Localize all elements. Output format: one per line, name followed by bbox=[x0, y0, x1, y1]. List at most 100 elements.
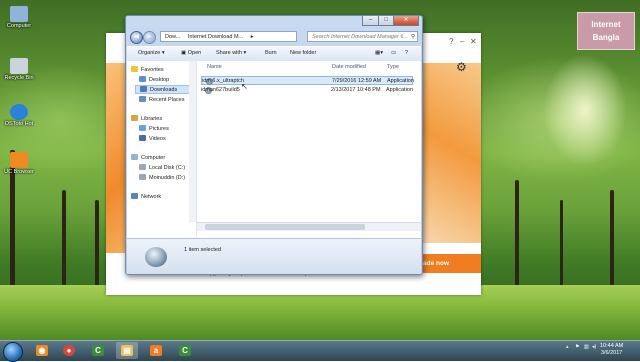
minimize-button[interactable]: – bbox=[362, 16, 379, 26]
content-area: Favorites Desktop Downloads Recent Place… bbox=[127, 61, 421, 238]
videos-icon bbox=[139, 135, 146, 141]
horizontal-scrollbar[interactable] bbox=[197, 222, 421, 231]
file-type: Application bbox=[387, 78, 414, 84]
camtasia-icon: C bbox=[92, 345, 104, 356]
share-with-button[interactable]: Share with ▾ bbox=[216, 49, 246, 58]
nav-item-desktop[interactable]: Desktop bbox=[139, 76, 169, 83]
table-row[interactable]: idman627build5 2/13/2017 10:48 PM Applic… bbox=[201, 86, 413, 95]
address-bar[interactable]: Dow... Internet Download M... ▸ bbox=[160, 31, 297, 42]
nav-item-computer[interactable]: Computer bbox=[131, 154, 165, 161]
pictures-icon bbox=[139, 125, 146, 131]
desktop-icon-label: Computer bbox=[6, 23, 32, 29]
nav-item-downloads[interactable]: Downloads bbox=[135, 85, 190, 94]
avast-icon: a bbox=[150, 345, 162, 356]
computer-icon bbox=[10, 6, 28, 22]
maximize-button[interactable]: □ bbox=[378, 16, 394, 26]
close-button[interactable]: ✕ bbox=[393, 16, 419, 26]
tree-trunk bbox=[560, 200, 563, 290]
file-list: Name Date modified Type idm.6.x_ultraptc… bbox=[197, 61, 421, 238]
nav-item-local-disk[interactable]: Local Disk (C:) bbox=[139, 164, 185, 171]
breadcrumb-chevron[interactable]: ▸ bbox=[251, 34, 254, 40]
file-date: 2/13/2017 10:48 PM bbox=[331, 87, 381, 93]
command-bar: Organize ▾ ▣ Open Share with ▾ Burn New … bbox=[127, 46, 421, 62]
desktop-icon bbox=[139, 76, 146, 82]
uc-browser-icon: ◉ bbox=[36, 345, 48, 356]
desktop-icon-label: UC Browser bbox=[4, 169, 34, 175]
clock[interactable]: 10:44 AM 3/6/2017 bbox=[600, 343, 623, 357]
breadcrumb-item[interactable]: Dow... bbox=[165, 34, 180, 40]
wifi-icon bbox=[10, 104, 28, 120]
new-folder-button[interactable]: New folder bbox=[290, 49, 316, 58]
drive-icon bbox=[139, 164, 146, 170]
taskbar-app-uc-browser[interactable]: ◉ bbox=[31, 342, 53, 359]
nav-item-moinuddin[interactable]: Moinuddin (D:) bbox=[139, 174, 185, 181]
status-text: 1 item selected bbox=[184, 247, 221, 253]
search-placeholder: Search Internet Download Manager 6... bbox=[312, 34, 409, 40]
taskbar-app-explorer[interactable]: ▤ bbox=[116, 342, 138, 359]
table-row[interactable]: idm.6.x_ultraptch 7/29/2016 12:59 AM App… bbox=[201, 76, 414, 85]
network-icon[interactable]: ▥ bbox=[584, 344, 589, 350]
nav-scrollbar[interactable] bbox=[189, 61, 196, 222]
column-header-name[interactable]: Name bbox=[207, 64, 222, 70]
scrollbar-thumb[interactable] bbox=[205, 224, 365, 230]
help-icon[interactable]: ? bbox=[405, 49, 408, 58]
forward-button[interactable]: ▶ bbox=[143, 31, 156, 44]
chrome-icon: ● bbox=[63, 345, 75, 356]
clock-date: 3/6/2017 bbox=[600, 350, 623, 356]
recent-places-icon bbox=[139, 96, 146, 102]
taskbar: ◉ ● C ▤ a C ▴ ⚑ ▥ ◂) 10:44 AM 3/6/2017 bbox=[0, 340, 640, 362]
taskbar-app-chrome[interactable]: ● bbox=[58, 342, 80, 359]
column-header-type[interactable]: Type bbox=[387, 64, 399, 70]
search-input[interactable]: Search Internet Download Manager 6... ⚲ bbox=[307, 31, 418, 42]
start-button[interactable] bbox=[3, 342, 23, 362]
mouse-cursor-icon: ↖ bbox=[241, 82, 248, 91]
details-pane: 1 item selected bbox=[127, 238, 421, 274]
tree-trunk bbox=[95, 200, 99, 295]
search-icon: ⚲ bbox=[410, 34, 415, 40]
taskbar-app-camtasia[interactable]: C bbox=[87, 342, 109, 359]
organize-button[interactable]: Organize ▾ bbox=[138, 49, 165, 58]
desktop-icon-ostoto-hot[interactable]: OSToto Hot bbox=[2, 104, 36, 127]
nav-item-favorites[interactable]: Favorites bbox=[131, 66, 164, 73]
taskbar-app-avast[interactable]: a bbox=[145, 342, 167, 359]
taskbar-app-camtasia-recorder[interactable]: C bbox=[174, 342, 196, 359]
volume-icon[interactable]: ◂) bbox=[592, 344, 596, 350]
view-options-icon[interactable]: ▦▾ bbox=[375, 49, 383, 58]
desktop-icon-label: OSToto Hot bbox=[4, 121, 34, 127]
help-button[interactable]: ? bbox=[449, 37, 453, 46]
preview-pane-icon[interactable]: ▭ bbox=[391, 49, 396, 58]
gear-icon[interactable]: ⚙ bbox=[456, 60, 467, 74]
watermark-line: Internet bbox=[591, 20, 621, 29]
clock-time: 10:44 AM bbox=[600, 343, 624, 349]
navigation-pane: Favorites Desktop Downloads Recent Place… bbox=[127, 61, 197, 238]
nav-item-libraries[interactable]: Libraries bbox=[131, 115, 162, 122]
open-button[interactable]: ▣ Open bbox=[181, 49, 201, 58]
desktop-icon-computer[interactable]: Computer bbox=[2, 6, 36, 29]
desktop-icon-label: Recycle Bin bbox=[4, 75, 34, 81]
network-icon bbox=[131, 193, 138, 199]
file-type: Application bbox=[386, 87, 413, 93]
breadcrumb-item[interactable]: Internet Download M... bbox=[188, 34, 243, 40]
desktop-icon-recycle-bin[interactable]: Recycle Bin bbox=[2, 58, 36, 81]
application-icon bbox=[145, 247, 167, 267]
nav-item-network[interactable]: Network bbox=[131, 193, 161, 200]
column-header-date[interactable]: Date modified bbox=[332, 64, 366, 70]
nav-item-recent-places[interactable]: Recent Places bbox=[139, 96, 184, 103]
flag-icon[interactable]: ⚑ bbox=[575, 344, 579, 350]
computer-icon bbox=[131, 154, 138, 160]
libraries-icon bbox=[131, 115, 138, 121]
watermark: Internet Bangla bbox=[577, 12, 635, 50]
minimize-button[interactable]: – bbox=[460, 37, 464, 46]
nav-item-pictures[interactable]: Pictures bbox=[139, 125, 169, 132]
tree-trunk bbox=[62, 190, 66, 290]
close-button[interactable]: ✕ bbox=[470, 37, 477, 46]
tray-arrow-icon[interactable]: ▴ bbox=[566, 344, 569, 350]
navigation-row: ◀ ▶ Dow... Internet Download M... ▸ Sear… bbox=[130, 30, 418, 44]
desktop-icon-uc-browser[interactable]: UC Browser bbox=[2, 152, 36, 175]
nav-item-videos[interactable]: Videos bbox=[139, 135, 166, 142]
title-bar[interactable]: – □ ✕ bbox=[126, 16, 422, 28]
back-button[interactable]: ◀ bbox=[130, 31, 143, 44]
burn-button[interactable]: Burn bbox=[265, 49, 277, 58]
tree-trunk bbox=[610, 190, 614, 290]
tree-trunk bbox=[515, 180, 519, 290]
